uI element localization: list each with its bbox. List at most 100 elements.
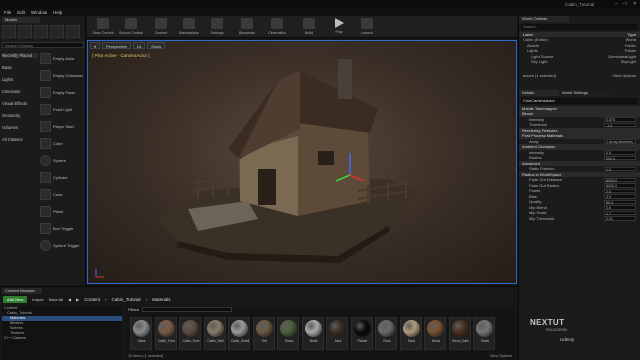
- landscape-mode-icon[interactable]: [34, 25, 48, 38]
- tab-modes[interactable]: Modes: [2, 17, 40, 23]
- category-cinematic[interactable]: Cinematic: [2, 89, 21, 94]
- level-viewport[interactable]: ▾ Perspective Lit Show [ Pilot Active - …: [87, 40, 517, 284]
- material-tile[interactable]: Plaster: [350, 317, 373, 350]
- material-tile[interactable]: Base: [130, 317, 152, 350]
- cinematics-button[interactable]: Cinematics: [263, 17, 291, 37]
- material-tile[interactable]: Cabin_Wall: [203, 317, 226, 350]
- save-all-button[interactable]: Save All: [49, 297, 63, 302]
- material-tile[interactable]: Metal: [301, 317, 324, 350]
- details-value-field[interactable]: 200.0: [604, 155, 636, 160]
- blueprints-button[interactable]: Blueprints: [233, 17, 261, 37]
- place-item[interactable]: Cylinder: [40, 170, 84, 185]
- details-value-field[interactable]: 2.0: [604, 188, 636, 193]
- minimize-icon[interactable]: –: [615, 1, 618, 7]
- material-tile[interactable]: Rock: [375, 317, 397, 350]
- place-mode-icon[interactable]: [2, 25, 16, 38]
- details-value-field[interactable]: 5000.0: [604, 183, 636, 188]
- menu-edit[interactable]: Edit: [17, 10, 25, 15]
- place-item[interactable]: Empty Character: [40, 68, 84, 83]
- material-tile[interactable]: Sand: [399, 317, 422, 350]
- details-value-field[interactable]: 0.5: [604, 150, 636, 155]
- category-visual-effects[interactable]: Visual Effects: [2, 101, 27, 106]
- view-options-button[interactable]: View Options: [490, 354, 512, 358]
- category-volumes[interactable]: Volumes: [2, 125, 18, 130]
- tab-details[interactable]: Details: [519, 90, 559, 96]
- menu-help[interactable]: Help: [53, 10, 62, 15]
- place-item[interactable]: Plane: [40, 204, 84, 219]
- material-tile[interactable]: Dirt: [252, 317, 275, 350]
- material-tile[interactable]: Wood: [424, 317, 446, 350]
- asset-search-input[interactable]: [141, 307, 232, 312]
- material-tile[interactable]: Grass: [277, 317, 299, 350]
- category-recent[interactable]: Recently Placed: [2, 53, 38, 58]
- tab-content-browser[interactable]: Content Browser: [2, 288, 42, 294]
- place-item[interactable]: Point Light: [40, 102, 84, 117]
- breadcrumb-materials[interactable]: Materials: [152, 297, 170, 302]
- maximize-icon[interactable]: □: [624, 1, 627, 7]
- play-button[interactable]: Play: [325, 17, 353, 37]
- details-value-field[interactable]: 1 Array elements: [604, 139, 636, 144]
- category-geometry[interactable]: Geometry: [2, 113, 20, 118]
- close-icon[interactable]: ✕: [633, 1, 637, 7]
- forward-icon[interactable]: ▶: [76, 297, 79, 302]
- material-preview-icon: [280, 320, 297, 337]
- details-value-field[interactable]: 50.0: [604, 199, 636, 204]
- category-lights[interactable]: Lights: [2, 77, 13, 82]
- details-value-field[interactable]: 8000.0: [604, 177, 636, 182]
- place-item[interactable]: Empty Pawn: [40, 85, 84, 100]
- add-new-button[interactable]: Add New: [3, 296, 28, 303]
- launch-button[interactable]: Launch: [353, 17, 381, 37]
- search-classes-input[interactable]: Search Classes: [2, 42, 84, 48]
- place-item[interactable]: Box Trigger: [40, 221, 84, 236]
- save-button[interactable]: Save Current: [89, 17, 117, 37]
- details-value-field[interactable]: -1.0: [604, 122, 636, 127]
- marketplace-button[interactable]: Marketplace: [175, 17, 203, 37]
- source-control-button[interactable]: Source Control: [117, 17, 145, 37]
- selected-actor-name[interactable]: CineCameraActor: [521, 98, 638, 104]
- material-tile[interactable]: Mud: [326, 317, 348, 350]
- menu-window[interactable]: Window: [31, 10, 47, 15]
- material-tile[interactable]: Cabin_Floor: [154, 317, 177, 350]
- details-row[interactable]: Mip Threshold 0.01: [519, 216, 640, 222]
- breadcrumb-cabin-tutorial[interactable]: Cabin_Tutorial: [111, 297, 140, 302]
- outliner-row[interactable]: Sky Light SkyLight: [519, 59, 640, 65]
- outliner-search-input[interactable]: Search...: [521, 24, 638, 30]
- import-button[interactable]: Import: [32, 297, 43, 302]
- place-item[interactable]: Sphere Trigger: [40, 238, 84, 253]
- material-tile[interactable]: Cabin_Roof: [179, 317, 201, 350]
- details-value-field[interactable]: 0.675: [604, 117, 636, 122]
- menu-file[interactable]: File: [4, 10, 11, 15]
- details-value-field[interactable]: 0.01: [604, 216, 636, 221]
- material-tile[interactable]: Wood_Dark: [448, 317, 471, 350]
- tab-world-settings[interactable]: World Settings: [559, 90, 609, 96]
- place-item[interactable]: Sphere: [40, 153, 84, 168]
- build-button[interactable]: Build: [295, 17, 323, 37]
- place-item[interactable]: Player Start: [40, 119, 84, 134]
- content-button[interactable]: Content: [147, 17, 175, 37]
- breadcrumb-content[interactable]: Content: [84, 297, 100, 302]
- view-options-button[interactable]: View Options: [613, 73, 637, 79]
- details-value-field[interactable]: 1.7: [604, 210, 636, 215]
- material-tile[interactable]: Cabin_Detail: [228, 317, 250, 350]
- settings-button[interactable]: Settings: [203, 17, 231, 37]
- main-toolbar: Save Current Source Control Content Mark…: [87, 16, 517, 38]
- category-all-classes[interactable]: All Classes: [2, 137, 23, 142]
- filters-button[interactable]: Filters: [128, 307, 139, 312]
- place-item[interactable]: Cone: [40, 187, 84, 202]
- folder-cpp-classes[interactable]: C++ Classes: [2, 336, 122, 341]
- category-basic[interactable]: Basic: [2, 65, 12, 70]
- content-icon: [155, 18, 167, 29]
- foliage-mode-icon[interactable]: [50, 25, 64, 38]
- details-value-field[interactable]: 0.6: [604, 205, 636, 210]
- back-icon[interactable]: ◀: [68, 297, 71, 302]
- paint-mode-icon[interactable]: [18, 25, 32, 38]
- nextut-logo: NEXTUT: [530, 318, 565, 327]
- details-value-field[interactable]: 3.0: [604, 194, 636, 199]
- material-tile[interactable]: Stone: [473, 317, 495, 350]
- place-item[interactable]: Empty Actor: [40, 51, 84, 66]
- window-controls: – □ ✕: [615, 1, 637, 7]
- details-value-field[interactable]: 1.0: [604, 166, 636, 171]
- place-item[interactable]: Cube: [40, 136, 84, 151]
- tab-world-outliner[interactable]: World Outliner: [519, 16, 569, 22]
- geometry-mode-icon[interactable]: [66, 25, 80, 38]
